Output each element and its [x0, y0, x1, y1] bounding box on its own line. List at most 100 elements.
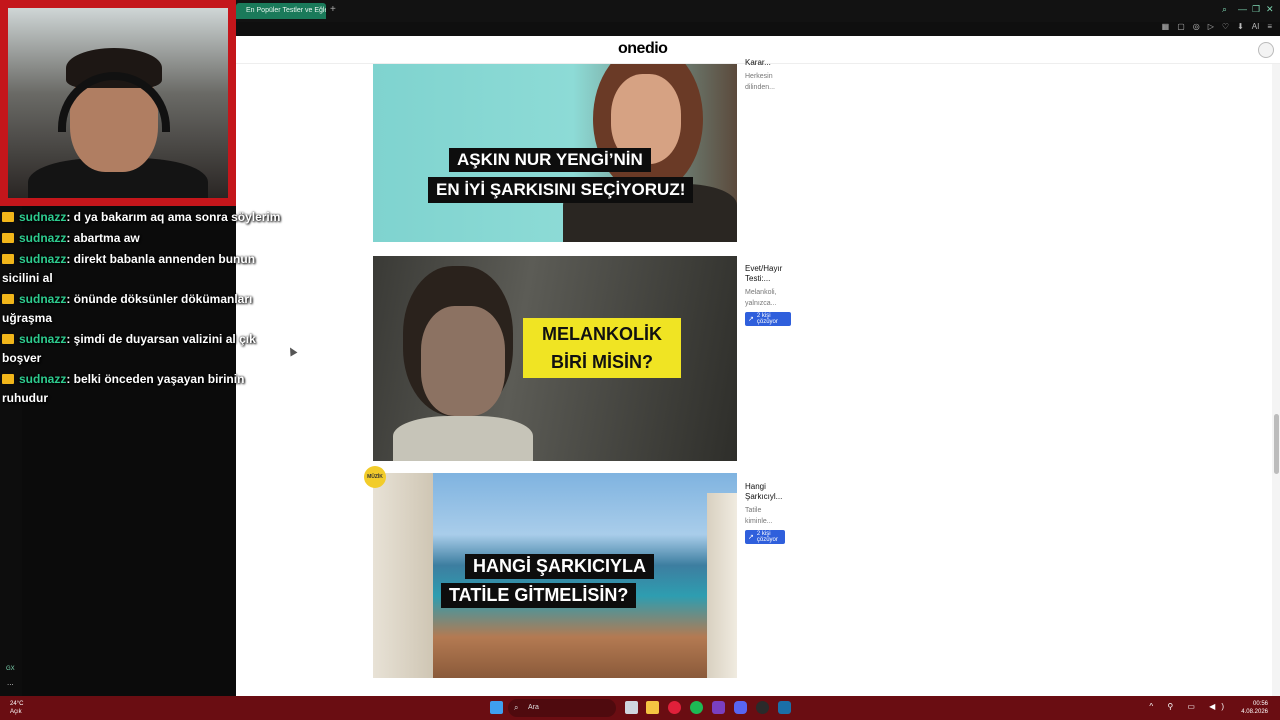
crown-icon	[2, 294, 14, 304]
snapshot-icon[interactable]: ▢	[1177, 22, 1185, 31]
search-placeholder: Ara	[528, 704, 539, 711]
crown-icon	[2, 254, 14, 264]
chat-text: : şimdi de duyarsan valizini al çık	[66, 332, 256, 346]
chat-message: sudnazz: belki önceden yaşayan birinin ru…	[2, 370, 302, 408]
quiz-desc-line1: Tatile	[745, 507, 762, 514]
trending-icon: ↗	[748, 534, 754, 541]
app-icon[interactable]	[712, 701, 725, 714]
taskbar-search[interactable]: ⌕ Ara	[508, 699, 616, 717]
task-view-icon[interactable]	[625, 701, 638, 714]
solving-count-label: 2 kişi çözüyor	[756, 531, 778, 543]
opera-gx-icon[interactable]	[668, 701, 681, 714]
chat-text: : belki önceden yaşayan birinin	[66, 372, 245, 386]
crown-icon	[2, 334, 14, 344]
quiz-title-line2[interactable]: Şarkıcıyl...	[745, 492, 805, 502]
windows-start-icon[interactable]	[490, 701, 503, 714]
search-tabs-icon[interactable]: ⌕	[1222, 4, 1227, 15]
webcam-feed	[8, 8, 228, 198]
chat-text-continued: uğraşma	[2, 311, 53, 325]
solving-count-badge: ↗ 2 kişi çözüyor	[745, 312, 791, 326]
quiz-headline-line2: TATİLE GİTMELİSİN?	[441, 583, 637, 608]
weather-condition: Açık	[10, 709, 22, 715]
quiz-title-line1[interactable]: Evet/Hayır	[745, 264, 805, 274]
chat-message: sudnazz: abartma aw	[2, 229, 302, 248]
screen: En Popüler Testler ve Eğle + ⌕ — ❐ ✕ ▦ ▢…	[0, 0, 1280, 720]
weather-widget[interactable]: 24°C Açık	[10, 700, 23, 716]
quiz-title-line1[interactable]: Hangi	[745, 482, 805, 492]
new-tab-button[interactable]: +	[330, 4, 336, 15]
crown-icon	[2, 374, 14, 384]
chat-text-continued: boşver	[2, 351, 42, 365]
windows-taskbar: 24°C Açık ⌕ Ara ^ ⚲ ▭ ◀) 00:56 4.08.2026	[0, 696, 1280, 720]
quiz-card-info[interactable]: Hangi Şarkıcıyl... Tatile kiminle... ↗ 2 …	[745, 482, 805, 544]
minimize-button[interactable]: —	[1238, 4, 1247, 14]
chat-username: sudnazz	[19, 292, 67, 306]
quiz-headline-line2: EN İYİ ŞARKISINI SEÇİYORUZ!	[428, 177, 694, 203]
steam-icon[interactable]	[778, 701, 791, 714]
obs-icon[interactable]	[756, 701, 769, 714]
quiz-desc-line2: kiminle...	[745, 518, 773, 525]
chat-username: sudnazz	[19, 210, 67, 224]
quiz-card-image[interactable]: AŞKIN NUR YENGİ’NİN EN İYİ ŞARKISINI SEÇ…	[373, 64, 737, 242]
chat-username: sudnazz	[19, 231, 67, 245]
crown-icon	[2, 233, 14, 243]
crown-icon	[2, 212, 14, 222]
quiz-desc-line2: yalnızca...	[745, 300, 777, 307]
player-icon[interactable]: ▷	[1208, 22, 1214, 31]
solving-count-label: 2 kişi çözüyor	[756, 313, 778, 325]
chat-text: : abartma aw	[66, 231, 140, 245]
menu-icon[interactable]: ≡	[1267, 22, 1272, 31]
quiz-headline-line1: AŞKIN NUR YENGİ’NİN	[449, 148, 651, 172]
user-avatar-icon[interactable]	[1258, 42, 1274, 58]
gx-corner-label[interactable]: GX	[6, 666, 15, 672]
favorites-icon[interactable]: ♡	[1222, 22, 1229, 31]
extensions-icon[interactable]: ▦	[1162, 22, 1170, 31]
clock-date: 4.08.2026	[1241, 709, 1268, 715]
webcam-overlay	[0, 0, 236, 206]
search-icon: ⌕	[514, 703, 519, 712]
ai-button[interactable]: AI	[1252, 22, 1260, 31]
site-logo[interactable]: onedio	[618, 40, 668, 58]
close-button[interactable]: ✕	[1266, 4, 1274, 15]
browser-tab-onedio[interactable]: En Popüler Testler ve Eğle	[236, 3, 326, 19]
scrollbar-thumb[interactable]	[1274, 414, 1279, 474]
file-explorer-icon[interactable]	[646, 701, 659, 714]
maximize-button[interactable]: ❐	[1252, 4, 1260, 15]
chat-text-continued: sicilini al	[2, 271, 53, 285]
umbrella-right	[707, 493, 737, 678]
chat-message: sudnazz: d ya bakarım aq ama sonra söyle…	[2, 208, 302, 227]
chat-text: : d ya bakarım aq ama sonra söylerim	[66, 210, 281, 224]
quiz-headline-line1: MELANKOLİK	[542, 324, 662, 344]
quiz-desc-line1: Herkesin	[745, 73, 773, 80]
quiz-title[interactable]: Karar...	[745, 58, 805, 68]
quiz-desc-line1: Melankoli,	[745, 289, 777, 296]
trending-icon: ↗	[748, 316, 754, 323]
weather-temp: 24°C	[10, 701, 24, 707]
quiz-headline-box: MELANKOLİK BİRİ MİSİN?	[523, 318, 681, 378]
chat-username: sudnazz	[19, 252, 67, 266]
umbrella-left	[373, 473, 433, 678]
quiz-card-image[interactable]: MELANKOLİK BİRİ MİSİN?	[373, 256, 737, 461]
clock-time: 00:56	[1252, 701, 1268, 707]
chat-text: : önünde döksünler dökümanları	[66, 292, 253, 306]
portrait-face	[421, 306, 505, 416]
page-scrollbar[interactable]	[1272, 64, 1280, 696]
spotify-icon[interactable]	[690, 701, 703, 714]
download-icon[interactable]: ⬇	[1237, 22, 1244, 31]
sidebar-more-icon[interactable]: ...	[7, 678, 14, 687]
discord-icon[interactable]	[734, 701, 747, 714]
quiz-title-line2[interactable]: Testi:...	[745, 274, 805, 284]
taskbar-clock[interactable]: 00:56 4.08.2026	[1241, 700, 1268, 716]
quiz-card-image[interactable]: HANGİ ŞARKICIYLA TATİLE GİTMELİSİN?	[373, 473, 737, 678]
category-tag-badge[interactable]: MÜZİK	[364, 466, 386, 488]
vpn-icon[interactable]: ◎	[1193, 22, 1200, 31]
chat-message: sudnazz: önünde döksünler dökümanları uğr…	[2, 290, 302, 328]
solving-count-badge: ↗ 2 kişi çözüyor	[745, 530, 785, 544]
quiz-card-info[interactable]: Karar... Herkesin dilinden...	[745, 58, 805, 93]
chat-username: sudnazz	[19, 332, 67, 346]
quiz-card-info[interactable]: Evet/Hayır Testi:... Melankoli, yalnızca…	[745, 264, 805, 326]
chat-message: sudnazz: direkt babanla annenden bunun si…	[2, 250, 302, 288]
chat-text-continued: ruhudur	[2, 391, 48, 405]
chat-username: sudnazz	[19, 372, 67, 386]
system-tray[interactable]: ^ ⚲ ▭ ◀)	[1149, 702, 1230, 711]
